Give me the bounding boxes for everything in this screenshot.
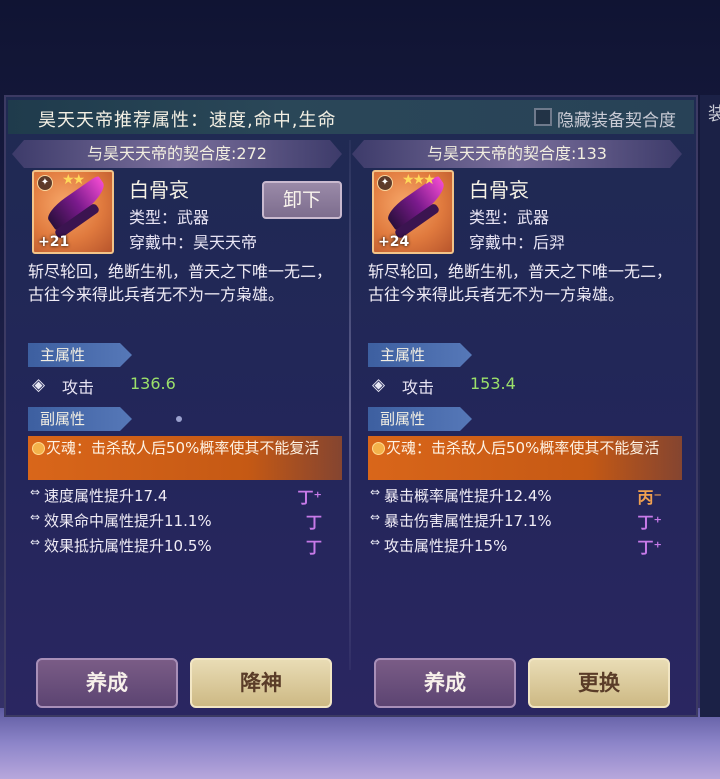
soul-effect: 灭魂：击杀敌人后50%概率使其不能复活: [368, 436, 682, 480]
compat-banner: 与昊天天帝的契合度:133: [352, 140, 682, 168]
cultivate-button[interactable]: 养成: [374, 658, 516, 708]
item-type: 类型：武器: [129, 208, 210, 227]
compare-item-column: 与昊天天帝的契合度:133 ✦ ★★★ +24 白骨哀 类型：武器 穿戴中：后羿…: [352, 140, 682, 720]
ascend-button[interactable]: 降神: [190, 658, 332, 708]
attack-icon: ◈: [32, 375, 46, 395]
item-description: 斩尽轮回，绝断生机，普天之下唯一无二，古往今来得此兵者无不为一方枭雄。: [28, 262, 333, 304]
right-panel-stub-text: 装: [708, 104, 720, 125]
hide-compat-checkbox[interactable]: [534, 108, 552, 126]
sub-attr-row: ⇔ 效果抵抗属性提升10.5% 丁: [28, 535, 342, 557]
type-badge-icon: ✦: [377, 175, 393, 191]
star-rating: ★★: [62, 172, 85, 188]
arrow-icon: ⇔: [30, 510, 41, 524]
main-attr-row: ◈ 攻击 153.4: [368, 373, 668, 397]
sub-attr-row: ⇔ 攻击属性提升15% 丁⁺: [368, 535, 682, 557]
sub-attr-text: 暴击伤害属性提升17.1%: [384, 512, 552, 530]
arrow-icon: ⇔: [370, 510, 381, 524]
star-rating: ★★★: [402, 172, 436, 188]
item-icon[interactable]: ✦ ★★★ +24: [372, 170, 454, 254]
arrow-icon: ⇔: [370, 535, 381, 549]
item-icon[interactable]: ✦ ★★ +21: [32, 170, 114, 254]
soul-effect: 灭魂：击杀敌人后50%概率使其不能复活: [28, 436, 342, 480]
attack-value: 136.6: [130, 374, 176, 393]
arrow-icon: ⇔: [30, 485, 41, 499]
cultivate-button[interactable]: 养成: [36, 658, 178, 708]
attack-label: 攻击: [402, 378, 435, 397]
sub-attr-text: 效果抵抗属性提升10.5%: [44, 537, 212, 555]
item-type: 类型：武器: [469, 208, 550, 227]
sub-attr-grade: 丁⁺: [637, 538, 662, 557]
sub-attr-row: ⇔ 速度属性提升17.4 丁⁺: [28, 485, 342, 507]
equipped-item-column: 与昊天天帝的契合度:272 ✦ ★★ +21 白骨哀 类型：武器 穿戴中：昊天天…: [12, 140, 342, 720]
item-description: 斩尽轮回，绝断生机，普天之下唯一无二，古往今来得此兵者无不为一方枭雄。: [368, 262, 673, 304]
sub-attr-grade: 丁: [305, 538, 322, 557]
sub-attr-tag: 副属性: [28, 407, 132, 431]
arrow-icon: ⇔: [30, 535, 41, 549]
item-name: 白骨哀: [469, 178, 529, 202]
item-name: 白骨哀: [129, 178, 189, 202]
soul-effect-text: 灭魂：击杀敌人后50%概率使其不能复活: [46, 439, 320, 457]
sub-attr-grade: 丁: [305, 513, 322, 532]
attack-icon: ◈: [372, 375, 386, 395]
unequip-button[interactable]: 卸下: [262, 181, 342, 219]
sub-attr-grade: 丙⁻: [637, 488, 662, 507]
arrow-icon: ⇔: [370, 485, 381, 499]
right-panel-edge: [700, 95, 720, 717]
sub-attr-text: 暴击概率属性提升12.4%: [384, 487, 552, 505]
sub-attr-tag: 副属性: [368, 407, 472, 431]
sub-attr-text: 速度属性提升17.4: [44, 487, 168, 505]
type-badge-icon: ✦: [37, 175, 53, 191]
sub-attr-row: ⇔ 暴击伤害属性提升17.1% 丁⁺: [368, 510, 682, 532]
compat-banner: 与昊天天帝的契合度:272: [12, 140, 342, 168]
soul-icon: [32, 442, 45, 455]
attack-value: 153.4: [470, 374, 516, 393]
item-wearer: 穿戴中：昊天天帝: [129, 233, 258, 252]
item-wearer: 穿戴中：后羿: [469, 233, 566, 252]
recommended-attrs-title: 昊天天帝推荐属性：速度,命中,生命: [38, 110, 337, 131]
sub-attr-grade: 丁⁺: [637, 513, 662, 532]
enhance-level: +24: [378, 234, 410, 250]
sub-attr-grade: 丁⁺: [297, 488, 322, 507]
sub-attr-row: ⇔ 效果命中属性提升11.1% 丁: [28, 510, 342, 532]
main-attr-row: ◈ 攻击 136.6: [28, 373, 328, 397]
attack-label: 攻击: [62, 378, 95, 397]
soul-effect-text: 灭魂：击杀敌人后50%概率使其不能复活: [386, 439, 660, 457]
replace-button[interactable]: 更换: [528, 658, 670, 708]
hide-compat-label[interactable]: 隐藏装备契合度: [557, 106, 676, 131]
column-divider: [349, 140, 351, 670]
enhance-level: +21: [38, 234, 70, 250]
soul-icon: [372, 442, 385, 455]
sub-attr-row: ⇔ 暴击概率属性提升12.4% 丙⁻: [368, 485, 682, 507]
main-attr-tag: 主属性: [28, 343, 132, 367]
sub-attr-text: 效果命中属性提升11.1%: [44, 512, 212, 530]
main-attr-tag: 主属性: [368, 343, 472, 367]
sub-attr-text: 攻击属性提升15%: [384, 537, 508, 555]
